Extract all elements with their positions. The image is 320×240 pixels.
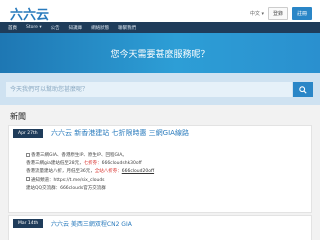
news-line: 香港三網gia建站低至28元，七折券：666cloudshk30off (26, 161, 142, 167)
nav-store[interactable]: Store ▾ (26, 25, 42, 30)
news-date-badge: Apr 27th (13, 129, 43, 138)
news-body: 香港三網GIA、香港原生IP、原生IP、回程GIA。 香港三網gia建站低至28… (26, 152, 154, 193)
news-date-badge: Mar 14th (13, 219, 44, 228)
news-line: 香港三網GIA、香港原生IP、原生IP、回程GIA。 (26, 152, 154, 160)
news-title-link[interactable]: 六六云 美西三網双程CN2 GIA (51, 219, 132, 228)
top-bar: 六六云 中文 ▾ 登錄 註冊 (0, 0, 320, 23)
coupon-label: 全站八折券： (94, 169, 122, 175)
main-nav: 首頁 Store ▾ 公告 知識庫 網絡狀態 聯繫我們 (0, 22, 320, 33)
nav-home[interactable]: 首頁 (8, 25, 17, 31)
news-item-header: Apr 27th 六六云 新香港建站 七折限時惠 三網GIA線路 (9, 126, 311, 140)
nav-network-status[interactable]: 網絡狀態 (91, 25, 109, 31)
language-selector[interactable]: 中文 ▾ (250, 10, 264, 17)
search-section: 今天我們可以幫助您甚麼呢？ (0, 73, 320, 105)
checkbox-icon (26, 152, 30, 157)
news-line: 通知頻道：https://t.me/six_clouds (26, 177, 154, 185)
news-item: Mar 14th 六六云 美西三網双程CN2 GIA (8, 215, 312, 240)
coupon-label: 七折券： (83, 161, 102, 167)
nav-contact[interactable]: 聯繫我們 (118, 25, 136, 31)
hero-banner: 您今天需要甚麼服務呢？ (0, 33, 320, 73)
news-item: Apr 27th 六六云 新香港建站 七折限時惠 三網GIA線路 香港三網GIA… (8, 125, 312, 213)
nav-announcements[interactable]: 公告 (51, 25, 60, 31)
news-title-link[interactable]: 六六云 新香港建站 七折限時惠 三網GIA線路 (51, 128, 189, 138)
coupon-code: 666cloudshk30off (101, 161, 142, 167)
search-icon (299, 85, 307, 94)
search-button[interactable] (293, 82, 313, 97)
checkbox-icon (26, 177, 30, 182)
register-button[interactable]: 註冊 (291, 7, 312, 20)
nav-knowledgebase[interactable]: 知識庫 (69, 25, 83, 31)
news-line: 建站QQ交流群：666clouds官方交流群 (26, 185, 106, 191)
site-logo[interactable]: 六六云 (10, 4, 49, 23)
news-section-title: 新聞 (10, 112, 26, 121)
news-line: 香港流量建站八折，月低至36元，全站八折券：666cloud20off (26, 169, 155, 175)
header-actions: 中文 ▾ 登錄 註冊 (250, 7, 312, 20)
hero-title: 您今天需要甚麼服務呢？ (110, 50, 210, 60)
search-input[interactable]: 今天我們可以幫助您甚麼呢？ (6, 82, 292, 97)
login-button[interactable]: 登錄 (267, 7, 288, 20)
coupon-code: 666cloud20off (121, 169, 155, 175)
news-item-header: Mar 14th 六六云 美西三網双程CN2 GIA (9, 216, 311, 230)
